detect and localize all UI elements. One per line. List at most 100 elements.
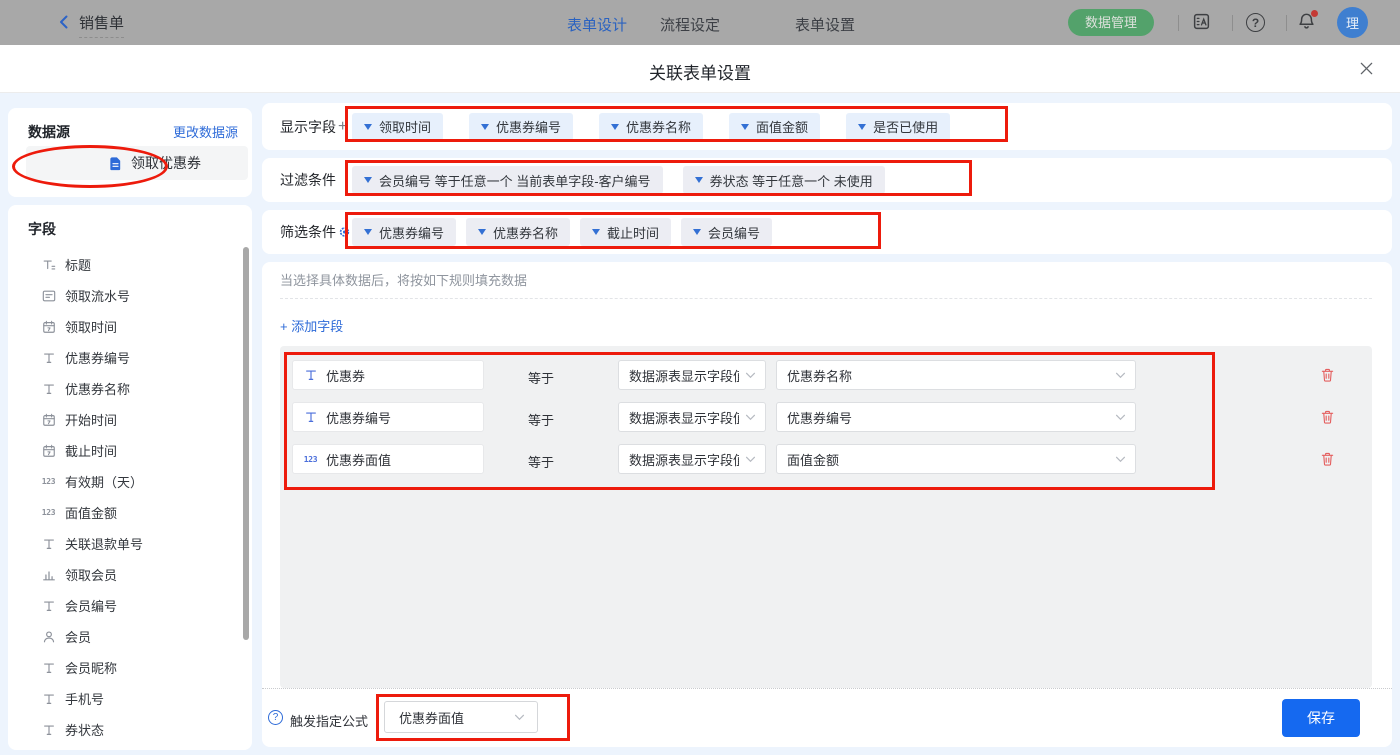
field-item[interactable]: 123面值金额 [8, 497, 252, 528]
change-datasource-link[interactable]: 更改数据源 [173, 122, 238, 141]
rule-value-select[interactable]: 优惠券编号 [776, 402, 1136, 432]
display-fields-label: 显示字段 [280, 117, 336, 137]
chevron-down-icon [745, 456, 756, 463]
field-item[interactable]: 会员编号 [8, 590, 252, 621]
field-label: 标题 [65, 255, 91, 274]
display-field-tag[interactable]: 优惠券编号 [469, 113, 573, 141]
calendar-icon [41, 444, 56, 458]
filter-condition-tag[interactable]: 券状态 等于任意一个 未使用 [683, 166, 885, 194]
filter-condition-tag[interactable]: 会员编号 等于任意一个 当前表单字段-客户编号 [352, 166, 663, 194]
tag-label: 会员编号 [708, 223, 760, 242]
close-icon[interactable] [1359, 61, 1375, 77]
avatar[interactable]: 理 [1337, 7, 1368, 38]
caret-down-icon [611, 124, 619, 130]
screen-condition-tag[interactable]: 优惠券名称 [466, 218, 570, 246]
rule-field-label: 优惠券编号 [326, 408, 391, 427]
help-icon[interactable] [1246, 13, 1265, 32]
screen-condition-tag[interactable]: 会员编号 [681, 218, 772, 246]
text-icon [41, 537, 56, 551]
tab-flow-setup[interactable]: 流程设定 [660, 14, 720, 35]
rule-source-select[interactable]: 数据源表显示字段值 [618, 444, 766, 474]
number-icon: 123 [303, 455, 318, 464]
field-item[interactable]: 开始时间 [8, 404, 252, 435]
field-item[interactable]: 券状态 [8, 714, 252, 745]
field-item[interactable]: 123有效期（天） [8, 466, 252, 497]
field-item[interactable]: 优惠券编号 [8, 342, 252, 373]
field-item[interactable]: 关联退款单号 [8, 528, 252, 559]
display-field-tag[interactable]: 面值金额 [729, 113, 820, 141]
divider [1178, 15, 1179, 31]
divider [262, 688, 1392, 689]
tag-label: 优惠券名称 [626, 117, 691, 136]
rules-panel: 优惠券等于数据源表显示字段值优惠券名称优惠券编号等于数据源表显示字段值优惠券编号… [280, 346, 1372, 688]
tag-label: 会员编号 等于任意一个 当前表单字段-客户编号 [379, 171, 651, 190]
caret-down-icon [478, 229, 486, 235]
back-icon[interactable] [55, 13, 73, 31]
rule-field-box[interactable]: 123优惠券面值 [292, 444, 484, 474]
divider [1232, 15, 1233, 31]
screen-condition-tag[interactable]: 优惠券编号 [352, 218, 456, 246]
field-item[interactable]: 会员 [8, 621, 252, 652]
scrollbar[interactable] [243, 247, 249, 640]
rule-field-box[interactable]: 优惠券编号 [292, 402, 484, 432]
rule-row: 优惠券等于数据源表显示字段值优惠券名称 [280, 360, 1372, 390]
field-label: 关联退款单号 [65, 534, 143, 553]
field-label: 手机号 [65, 689, 104, 708]
trigger-formula-label: 触发指定公式 [290, 711, 368, 730]
field-item[interactable]: 截止时间 [8, 435, 252, 466]
fields-title: 字段 [28, 219, 56, 239]
rule-value-select[interactable]: 面值金额 [776, 444, 1136, 474]
trash-icon[interactable] [1320, 451, 1336, 468]
notification-bell-icon[interactable] [1297, 12, 1317, 32]
add-field-link[interactable]: + 添加字段 [280, 316, 343, 335]
rule-field-box[interactable]: 优惠券 [292, 360, 484, 390]
docs-icon[interactable] [1192, 12, 1212, 32]
form-title[interactable]: 销售单 [79, 12, 124, 38]
field-item[interactable]: 领取时间 [8, 311, 252, 342]
select-value: 数据源表显示字段值 [629, 366, 739, 385]
datasource-item[interactable]: 领取优惠券 [26, 146, 248, 180]
display-field-tag[interactable]: 优惠券名称 [599, 113, 703, 141]
filter-conditions-row: 过滤条件 会员编号 等于任意一个 当前表单字段-客户编号 券状态 等于任意一个 未… [262, 158, 1392, 202]
tag-label: 截止时间 [607, 223, 659, 242]
trash-icon[interactable] [1320, 409, 1336, 426]
display-field-tag[interactable]: 领取时间 [352, 113, 443, 141]
field-label: 面值金额 [65, 503, 117, 522]
rule-row: 优惠券编号等于数据源表显示字段值优惠券编号 [280, 402, 1372, 432]
tag-label: 优惠券编号 [496, 117, 561, 136]
trash-icon[interactable] [1320, 367, 1336, 384]
rule-source-select[interactable]: 数据源表显示字段值 [618, 402, 766, 432]
caret-down-icon [858, 124, 866, 130]
notification-dot [1311, 10, 1318, 17]
caret-down-icon [695, 177, 703, 183]
data-manage-button[interactable]: 数据管理 [1068, 9, 1154, 36]
field-item[interactable]: 会员昵称 [8, 652, 252, 683]
top-navbar: 销售单 表单设计 流程设定 表单设置 数据管理 理 [0, 0, 1400, 45]
tag-label: 优惠券编号 [379, 223, 444, 242]
text-icon [41, 692, 56, 706]
save-button[interactable]: 保存 [1282, 699, 1360, 737]
modal-header: 关联表单设置 [0, 45, 1400, 93]
add-display-field-icon[interactable]: + [338, 118, 347, 136]
rule-source-select[interactable]: 数据源表显示字段值 [618, 360, 766, 390]
tab-form-design[interactable]: 表单设计 [567, 14, 627, 35]
gear-icon[interactable] [338, 226, 351, 239]
field-label: 领取流水号 [65, 286, 130, 305]
field-item[interactable]: 优惠券名称 [8, 373, 252, 404]
field-item[interactable]: 领取会员 [8, 559, 252, 590]
help-icon[interactable] [268, 710, 283, 725]
field-item[interactable]: 领取流水号 [8, 280, 252, 311]
display-field-tag[interactable]: 是否已使用 [846, 113, 950, 141]
select-value: 面值金额 [787, 450, 839, 469]
tab-form-settings[interactable]: 表单设置 [795, 14, 855, 35]
filter-conditions-label: 过滤条件 [280, 170, 336, 190]
screen-condition-tag[interactable]: 截止时间 [580, 218, 671, 246]
field-item[interactable]: 标题 [8, 249, 252, 280]
field-item[interactable]: 手机号 [8, 683, 252, 714]
trigger-formula-select[interactable]: 优惠券面值 [384, 701, 538, 733]
chevron-down-icon [1115, 456, 1126, 463]
caret-down-icon [693, 229, 701, 235]
tag-label: 券状态 等于任意一个 未使用 [710, 171, 873, 190]
rule-value-select[interactable]: 优惠券名称 [776, 360, 1136, 390]
rule-operator: 等于 [528, 452, 554, 471]
